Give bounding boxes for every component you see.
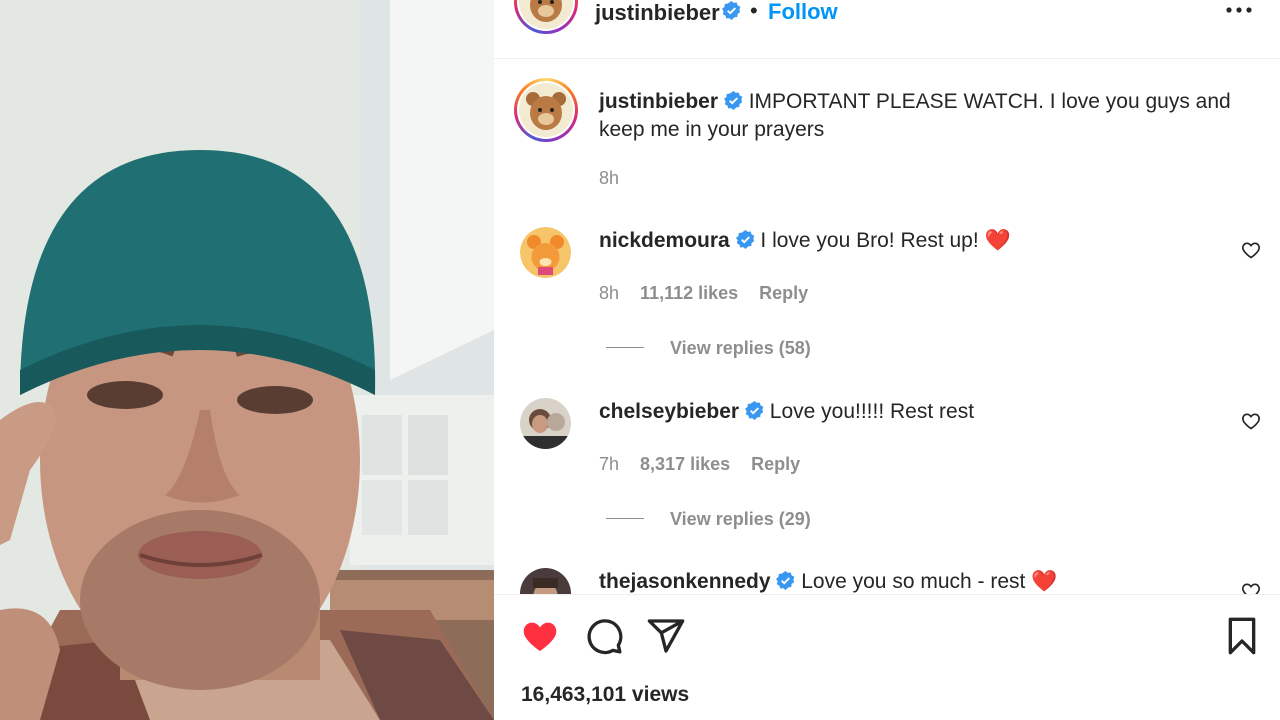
replies-divider <box>606 347 644 348</box>
comment-item: chelseybieber Love you!!!!! Rest rest 7h… <box>494 398 1280 568</box>
comment-body: I love you Bro! Rest up! <box>760 229 979 252</box>
heart-filled-icon[interactable] <box>520 616 560 656</box>
comment-text: chelseybieber Love you!!!!! Rest rest <box>599 400 974 424</box>
comment-username[interactable]: thejasonkennedy <box>599 570 771 593</box>
view-replies-label: View replies (29) <box>670 509 811 529</box>
comment-icon[interactable] <box>584 616 624 656</box>
comment-body: Love you so much - rest <box>801 570 1026 593</box>
comment-item: thejasonkennedy Love you so much - rest … <box>494 568 1280 594</box>
caption-timestamp: 8h <box>599 168 620 188</box>
comment-username[interactable]: chelseybieber <box>599 400 739 423</box>
view-replies-button[interactable]: View replies (58) <box>606 338 811 359</box>
verified-badge-icon <box>722 1 741 20</box>
post-details-panel: justinbieber • Follow justinbieber IMPOR… <box>494 0 1280 720</box>
caption-author-avatar[interactable] <box>514 78 578 142</box>
red-heart-emoji: ❤️ <box>984 229 1011 252</box>
replies-divider <box>606 518 644 519</box>
header-username[interactable]: justinbieber <box>595 0 720 26</box>
commenter-avatar[interactable] <box>520 227 571 278</box>
author-avatar[interactable] <box>514 0 578 34</box>
share-icon[interactable] <box>646 616 686 656</box>
comment-time: 7h <box>599 454 620 474</box>
comment-meta: 7h 8,317 likes Reply <box>599 454 816 475</box>
caption-username[interactable]: justinbieber <box>599 90 718 113</box>
reply-button[interactable]: Reply <box>759 283 808 303</box>
verified-badge-icon <box>776 571 795 590</box>
view-count[interactable]: 16,463,101 views <box>521 683 689 707</box>
reply-button[interactable]: Reply <box>751 454 800 474</box>
follow-button[interactable]: Follow <box>768 0 838 25</box>
bookmark-icon[interactable] <box>1222 616 1262 656</box>
comment-text: thejasonkennedy Love you so much - rest … <box>599 570 1057 594</box>
comment-text: nickdemoura I love you Bro! Rest up! ❤️ <box>599 229 1011 253</box>
comment-body: Love you!!!!! Rest rest <box>769 400 975 423</box>
view-replies-button[interactable]: View replies (29) <box>606 509 811 530</box>
post-header: justinbieber • Follow <box>494 0 1280 59</box>
commenter-avatar[interactable] <box>520 568 571 594</box>
header-separator: • <box>750 0 758 23</box>
verified-badge-icon <box>723 90 743 110</box>
comment-meta: 8h 11,112 likes Reply <box>599 283 824 304</box>
comment-item: nickdemoura I love you Bro! Rest up! ❤️ … <box>494 227 1280 397</box>
view-replies-label: View replies (58) <box>670 338 811 358</box>
comment-like-heart-icon[interactable] <box>1241 240 1261 260</box>
comment-likes[interactable]: 11,112 likes <box>640 283 738 303</box>
post-video[interactable] <box>0 0 494 720</box>
verified-badge-icon <box>735 230 755 249</box>
comment-likes[interactable]: 8,317 likes <box>640 454 730 474</box>
commenter-avatar[interactable] <box>520 398 571 449</box>
verified-badge-icon <box>744 401 764 420</box>
post-action-bar <box>494 596 1280 676</box>
more-options-icon[interactable] <box>1224 0 1254 22</box>
comment-like-heart-icon[interactable] <box>1241 411 1261 431</box>
comments-scroll-area[interactable]: justinbieber IMPORTANT PLEASE WATCH. I l… <box>494 60 1280 595</box>
bear-avatar-icon <box>526 92 566 130</box>
comment-like-heart-icon[interactable] <box>1241 581 1261 594</box>
comment-username[interactable]: nickdemoura <box>599 229 730 252</box>
comment-time: 8h <box>599 283 620 303</box>
video-frame-image <box>0 0 494 720</box>
caption-text: justinbieber IMPORTANT PLEASE WATCH. I l… <box>599 88 1259 144</box>
red-heart-emoji: ❤️ <box>1031 570 1058 593</box>
